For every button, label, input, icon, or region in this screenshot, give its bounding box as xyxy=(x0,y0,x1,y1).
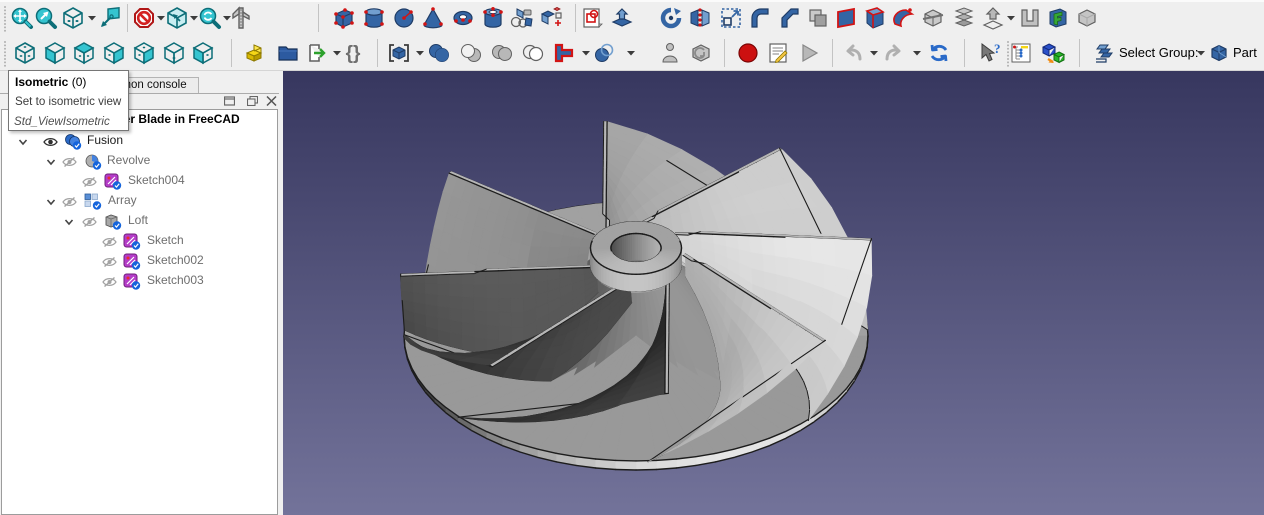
svg-text:?: ? xyxy=(994,41,1001,56)
svg-text:{}: {} xyxy=(346,43,361,64)
